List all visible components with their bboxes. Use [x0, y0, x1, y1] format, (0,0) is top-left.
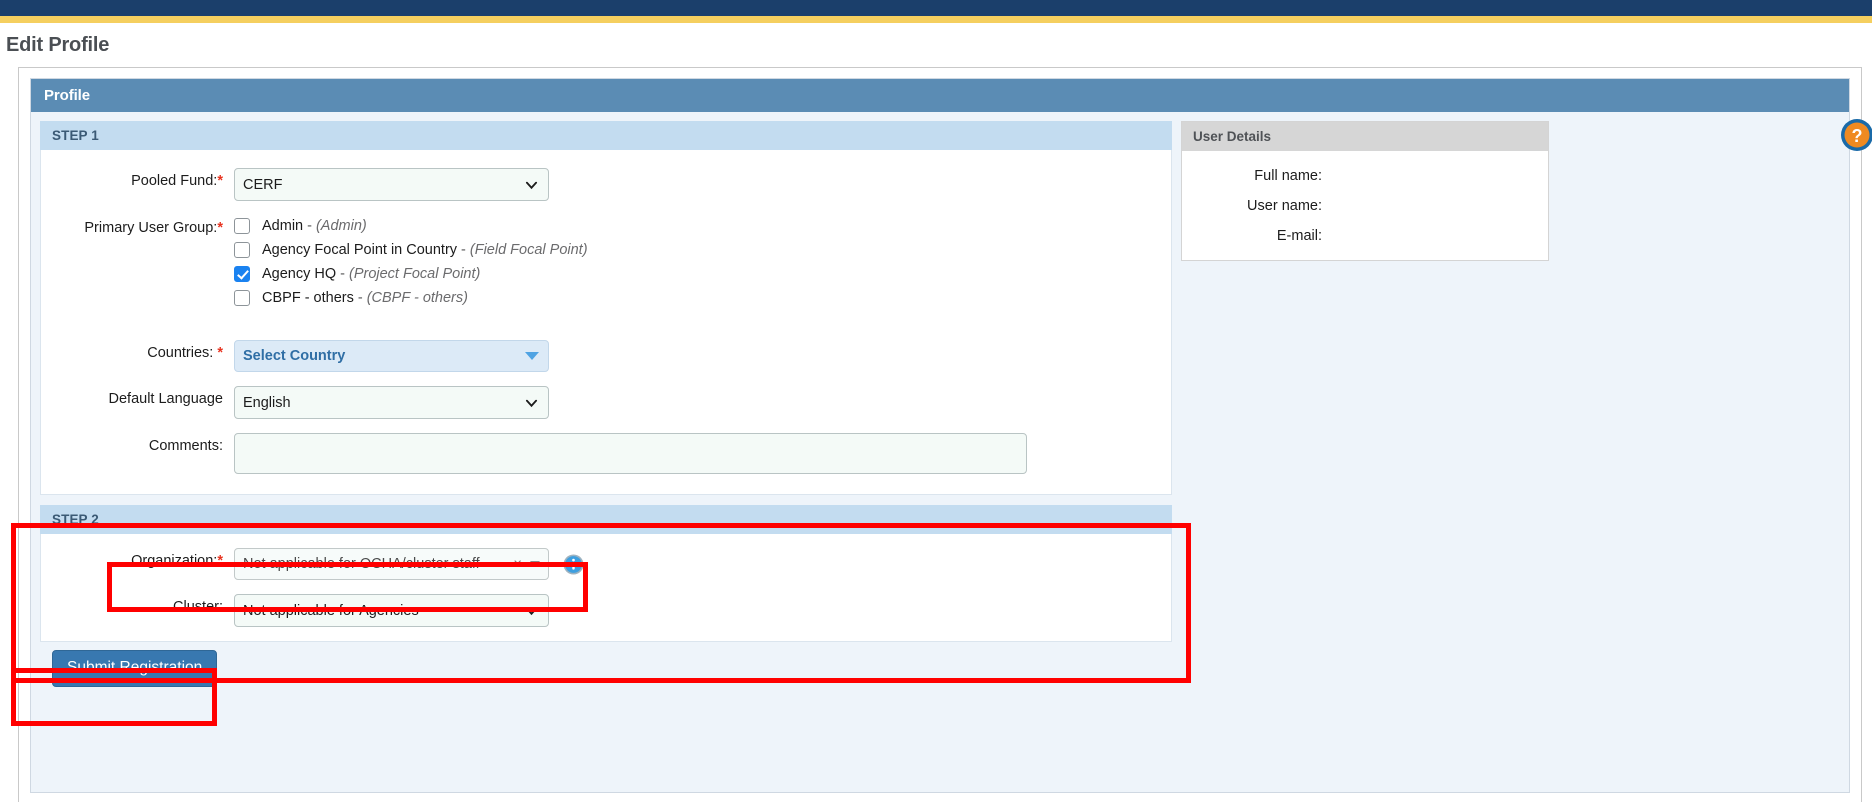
- checkbox-row-admin[interactable]: Admin - (Admin): [234, 218, 588, 234]
- checkbox-dash-cbpf-others: -: [357, 290, 363, 306]
- checkbox-admin[interactable]: [234, 218, 250, 234]
- pooled-fund-required-asterisk: *: [217, 173, 223, 189]
- checkbox-label-cbpf-others: CBPF - others: [262, 290, 354, 306]
- primary-user-group-label-text: Primary User Group:: [84, 220, 218, 236]
- countries-label: Countries: *: [41, 340, 234, 361]
- checkbox-label-agency-hq: Agency HQ: [262, 266, 337, 282]
- countries-label-text: Countries:: [147, 345, 214, 361]
- pooled-fund-field: CERF: [234, 168, 549, 201]
- user-details-column: User Details Full name: User name: E-mai…: [1181, 121, 1549, 261]
- page-title: Edit Profile: [6, 34, 110, 56]
- primary-user-group-required-asterisk: *: [217, 220, 223, 236]
- primary-user-group-label: Primary User Group:*: [41, 215, 234, 236]
- pooled-fund-select[interactable]: CERF: [234, 168, 549, 201]
- checkbox-agency-focal-point-in-country[interactable]: [234, 242, 250, 258]
- organization-required-asterisk: *: [217, 553, 223, 569]
- default-language-row: Default Language English: [41, 386, 1171, 419]
- comments-field: [234, 433, 1027, 474]
- info-icon[interactable]: [563, 554, 584, 575]
- organization-row: Organization:* Not applicable for OCHA/c…: [41, 548, 1171, 580]
- step1-body: Pooled Fund:* CERF Primary User Group:* …: [40, 150, 1172, 495]
- clear-icon[interactable]: ×: [513, 557, 522, 572]
- step1-section: STEP 1 Pooled Fund:* CERF Primary User G…: [40, 121, 1172, 495]
- countries-placeholder: Select Country: [243, 348, 346, 364]
- submit-area: Submit Registration: [40, 642, 1172, 687]
- chevron-down-icon: [530, 561, 540, 567]
- checkbox-row-cbpf-others[interactable]: CBPF - others - (CBPF - others): [234, 290, 588, 306]
- checkbox-role-agency-hq: (Project Focal Point): [349, 266, 481, 282]
- user-details-panel: User Details Full name: User name: E-mai…: [1181, 121, 1549, 261]
- user-name-label: User name:: [1247, 198, 1322, 214]
- help-question-icon[interactable]: ?: [1840, 118, 1872, 152]
- organization-field: Not applicable for OCHA/cluster staff ×: [234, 548, 584, 580]
- checkbox-label-admin: Admin: [262, 218, 304, 234]
- profile-panel-header: Profile: [31, 79, 1849, 112]
- pooled-fund-row: Pooled Fund:* CERF: [41, 168, 1171, 201]
- default-language-field: English: [234, 386, 549, 419]
- step2-section: STEP 2 Organization:* Not applicable for…: [40, 505, 1172, 642]
- cluster-label: Cluster:: [173, 599, 223, 615]
- profile-panel-body: STEP 1 Pooled Fund:* CERF Primary User G…: [31, 112, 1849, 687]
- organization-label: Organization:*: [41, 548, 234, 569]
- countries-required-asterisk: *: [217, 345, 223, 361]
- organization-selected-value: Not applicable for OCHA/cluster staff: [243, 556, 480, 572]
- checkbox-role-cbpf-others: (CBPF - others): [366, 290, 468, 306]
- checkbox-label-agency-focal-point-in-country: Agency Focal Point in Country: [262, 242, 458, 258]
- step2-body: Organization:* Not applicable for OCHA/c…: [40, 534, 1172, 642]
- checkbox-role-admin: (Admin): [315, 218, 367, 234]
- countries-field: Select Country: [234, 340, 549, 372]
- full-name-label: Full name:: [1254, 168, 1322, 184]
- top-yellow-bar: [0, 16, 1872, 23]
- email-label: E-mail:: [1276, 228, 1322, 244]
- form-column: STEP 1 Pooled Fund:* CERF Primary User G…: [40, 121, 1172, 687]
- step1-header: STEP 1: [40, 121, 1172, 150]
- countries-row: Countries: * Select Country: [41, 340, 1171, 372]
- checkbox-row-agency-focal-point-in-country[interactable]: Agency Focal Point in Country - (Field F…: [234, 242, 588, 258]
- checkbox-agency-hq[interactable]: [234, 266, 250, 282]
- comments-label: Comments:: [148, 438, 223, 454]
- user-details-body: Full name: User name: E-mail:: [1182, 151, 1548, 260]
- primary-user-group-checkbox-list: Admin - (Admin) Agency Focal Point in Co…: [234, 215, 588, 314]
- comments-textarea[interactable]: [234, 433, 1027, 474]
- checkbox-row-agency-hq[interactable]: Agency HQ - (Project Focal Point): [234, 266, 588, 282]
- content-frame: ? Profile STEP 1 Pooled Fund:* CERF Prim…: [11, 67, 1872, 802]
- user-details-header: User Details: [1182, 122, 1548, 151]
- svg-text:?: ?: [1852, 126, 1863, 146]
- comments-row: Comments:: [41, 433, 1171, 474]
- checkbox-cbpf-others[interactable]: [234, 290, 250, 306]
- step2-header: STEP 2: [40, 505, 1172, 534]
- checkbox-dash-agency-focal-point-in-country: -: [461, 242, 466, 258]
- default-language-select[interactable]: English: [234, 386, 549, 419]
- checkbox-dash-agency-hq: -: [340, 266, 345, 282]
- profile-panel: Profile STEP 1 Pooled Fund:* CERF Primar…: [30, 78, 1850, 793]
- primary-user-group-row: Primary User Group:* Admin - (Admin) Age…: [41, 215, 1171, 314]
- cluster-row: Cluster: Not applicable for Agencies: [41, 594, 1171, 627]
- checkbox-role-agency-focal-point-in-country: (Field Focal Point): [469, 242, 588, 258]
- checkbox-dash-admin: -: [307, 218, 312, 234]
- user-details-row-full-name: Full name:: [1182, 168, 1548, 184]
- organization-label-text: Organization:: [131, 553, 218, 569]
- submit-registration-button[interactable]: Submit Registration: [52, 650, 218, 687]
- user-details-row-email: E-mail:: [1182, 228, 1548, 244]
- cluster-field: Not applicable for Agencies: [234, 594, 549, 627]
- top-navy-bar: [0, 0, 1872, 16]
- cluster-select[interactable]: Not applicable for Agencies: [234, 594, 549, 627]
- countries-multiselect[interactable]: Select Country: [234, 340, 549, 372]
- chevron-down-icon: [525, 352, 539, 360]
- pooled-fund-label-text: Pooled Fund:: [131, 173, 218, 189]
- user-details-row-user-name: User name:: [1182, 198, 1548, 214]
- default-language-label: Default Language: [108, 391, 224, 407]
- organization-select[interactable]: Not applicable for OCHA/cluster staff ×: [234, 548, 549, 580]
- pooled-fund-label: Pooled Fund:*: [41, 168, 234, 189]
